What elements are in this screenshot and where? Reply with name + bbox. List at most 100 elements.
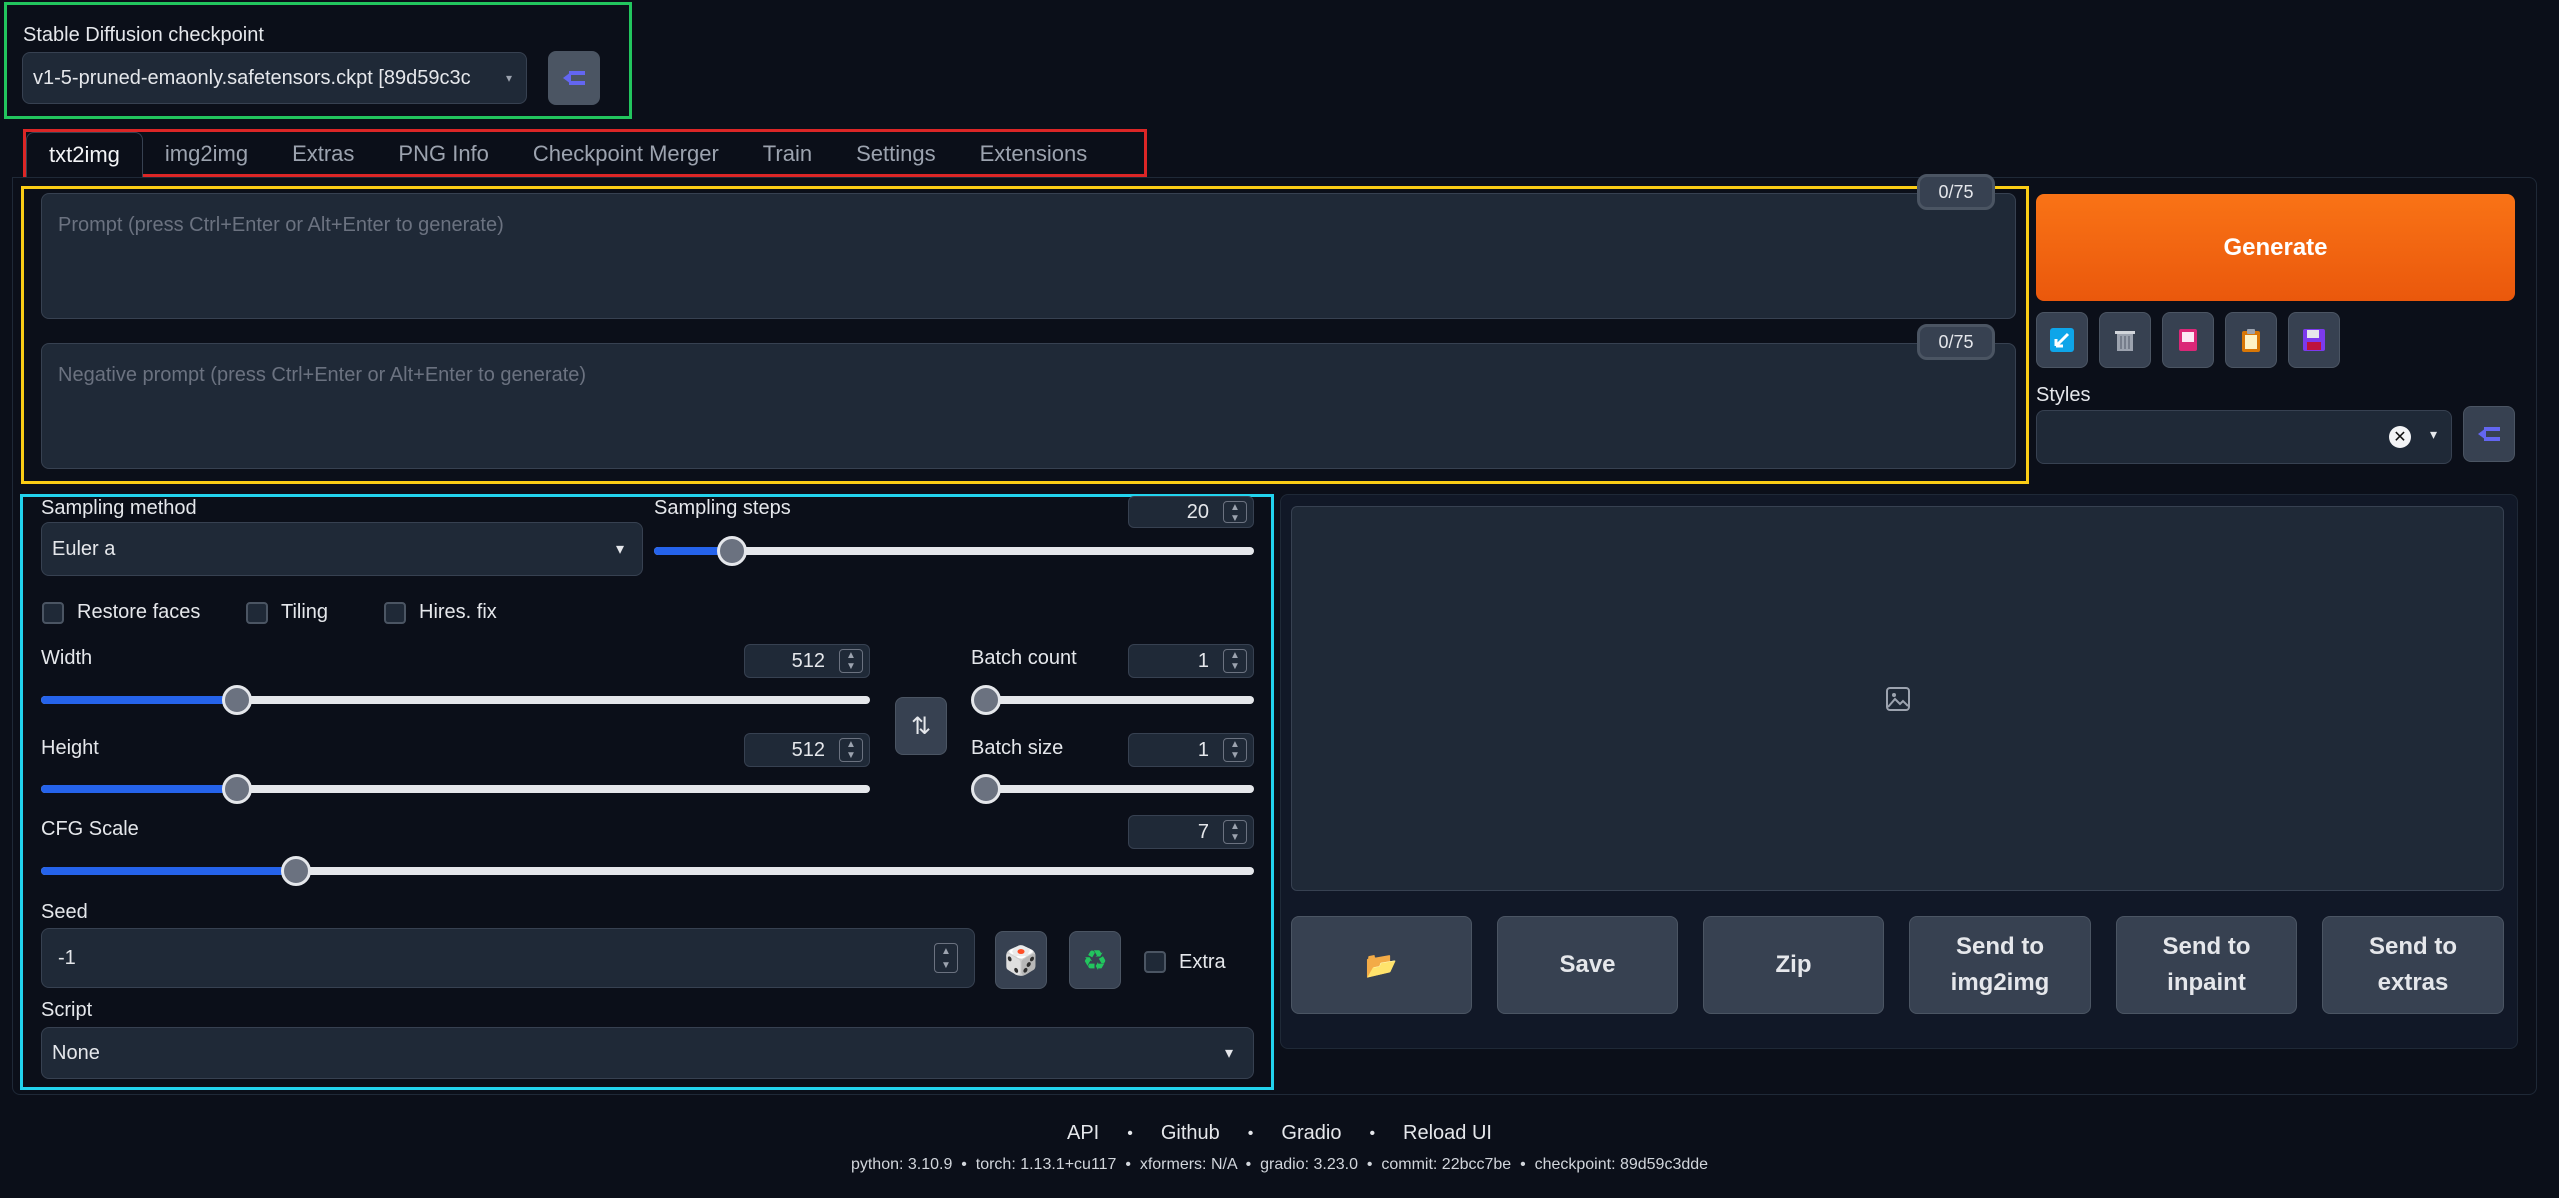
tiling-checkbox[interactable] <box>246 602 268 624</box>
send-to-extras-button[interactable]: Send to extras <box>2322 916 2504 1014</box>
generate-button[interactable]: Generate <box>2036 194 2515 301</box>
refresh-icon <box>563 71 585 85</box>
height-label: Height <box>41 737 99 759</box>
zip-button[interactable]: Zip <box>1703 916 1884 1014</box>
batch-size-label: Batch size <box>971 737 1064 759</box>
cfg-scale-value: 7 <box>1197 820 1209 843</box>
stepper-icon[interactable]: ▲ ▼ <box>1223 820 1247 844</box>
apply-style-icon <box>2478 427 2500 441</box>
image-preview <box>1291 506 2504 891</box>
extra-networks-button[interactable] <box>2162 312 2214 368</box>
chevron-down-icon: ▾ <box>1224 1045 1233 1062</box>
stepper-icon[interactable]: ▲ ▼ <box>839 738 863 762</box>
footer-links: API • Github • Gradio • Reload UI <box>0 1122 2559 1145</box>
styles-dropdown[interactable]: ✕ ▾ <box>2036 410 2452 464</box>
width-input[interactable]: 512 ▲ ▼ <box>744 644 870 678</box>
slider-thumb[interactable] <box>971 774 1001 804</box>
footer-link-reload-ui[interactable]: Reload UI <box>1403 1122 1492 1145</box>
negative-prompt-textarea[interactable]: Negative prompt (press Ctrl+Enter or Alt… <box>41 343 2016 469</box>
clear-icon[interactable]: ✕ <box>2389 426 2411 448</box>
script-value: None <box>52 1041 100 1064</box>
tab-checkpoint-merger[interactable]: Checkpoint Merger <box>511 132 741 176</box>
card-icon <box>2179 329 2197 351</box>
slider-thumb[interactable] <box>971 685 1001 715</box>
stepper-icon[interactable]: ▲ ▼ <box>839 649 863 673</box>
negative-prompt-placeholder: Negative prompt (press Ctrl+Enter or Alt… <box>58 364 587 386</box>
height-input[interactable]: 512 ▲ ▼ <box>744 733 870 767</box>
cfg-scale-label: CFG Scale <box>41 818 139 840</box>
apply-styles-button[interactable] <box>2463 406 2515 462</box>
slider-thumb[interactable] <box>221 685 252 715</box>
clipboard-icon <box>2242 329 2260 352</box>
random-seed-button[interactable]: 🎲 <box>995 931 1047 989</box>
paste-button[interactable] <box>2225 312 2277 368</box>
swap-icon: ⇅ <box>910 712 932 740</box>
checkpoint-dropdown[interactable]: v1-5-pruned-emaonly.safetensors.ckpt [89… <box>22 52 527 104</box>
stepper-icon[interactable]: ▲ ▼ <box>1223 501 1247 524</box>
seed-input[interactable]: -1 ▲ ▼ <box>41 928 975 988</box>
sampling-method-value: Euler a <box>52 537 116 560</box>
seed-value: -1 <box>58 946 76 969</box>
hires-fix-checkbox[interactable] <box>384 602 406 624</box>
footer-link-api[interactable]: API <box>1067 1122 1099 1145</box>
stepper-icon[interactable]: ▲ ▼ <box>1223 738 1247 762</box>
width-value: 512 <box>791 649 825 672</box>
slider-thumb[interactable] <box>221 774 252 804</box>
cfg-scale-input[interactable]: 7 ▲ ▼ <box>1128 815 1254 849</box>
tab-img2img[interactable]: img2img <box>143 132 270 176</box>
batch-count-slider[interactable] <box>971 685 1254 715</box>
stepper-icon[interactable]: ▲ ▼ <box>1223 649 1247 673</box>
batch-size-slider[interactable] <box>971 774 1254 804</box>
width-slider[interactable] <box>41 685 870 715</box>
restore-faces-label: Restore faces <box>77 601 201 623</box>
tab-txt2img[interactable]: txt2img <box>26 132 143 177</box>
send-to-inpaint-button[interactable]: Send to inpaint <box>2116 916 2297 1014</box>
extra-seed-checkbox[interactable] <box>1144 951 1166 973</box>
tab-extensions[interactable]: Extensions <box>958 132 1110 176</box>
refresh-checkpoint-button[interactable] <box>548 51 600 105</box>
batch-count-input[interactable]: 1 ▲ ▼ <box>1128 644 1254 678</box>
send-to-img2img-button[interactable]: Send to img2img <box>1909 916 2091 1014</box>
slider-thumb[interactable] <box>717 536 747 566</box>
reuse-seed-button[interactable]: ♻ <box>1069 931 1121 989</box>
batch-size-value: 1 <box>1197 738 1209 761</box>
prompt-placeholder: Prompt (press Ctrl+Enter or Alt+Enter to… <box>58 214 504 236</box>
footer-link-github[interactable]: Github <box>1161 1122 1220 1145</box>
interrupt-tool-button[interactable] <box>2036 312 2088 368</box>
script-dropdown[interactable]: None ▾ <box>41 1027 1254 1079</box>
recycle-icon: ♻ <box>1082 944 1108 976</box>
chevron-down-icon: ▾ <box>505 71 512 85</box>
sampling-steps-slider[interactable] <box>654 536 1254 566</box>
height-slider[interactable] <box>41 774 870 804</box>
checkpoint-label: Stable Diffusion checkpoint <box>23 24 264 46</box>
stepper-icon[interactable]: ▲ ▼ <box>934 943 958 973</box>
sampling-steps-value: 20 <box>1186 500 1209 523</box>
prompt-textarea[interactable]: Prompt (press Ctrl+Enter or Alt+Enter to… <box>41 193 2016 319</box>
slider-thumb[interactable] <box>280 856 311 886</box>
tab-extras[interactable]: Extras <box>270 132 376 176</box>
arrow-icon <box>2050 328 2074 352</box>
tab-train[interactable]: Train <box>741 132 834 176</box>
swap-dimensions-button[interactable]: ⇅ <box>895 697 947 755</box>
batch-count-value: 1 <box>1197 649 1209 672</box>
checkpoint-value: v1-5-pruned-emaonly.safetensors.ckpt [89… <box>33 66 471 89</box>
cfg-scale-slider[interactable] <box>41 856 1254 886</box>
footer-link-gradio[interactable]: Gradio <box>1281 1122 1341 1145</box>
open-folder-button[interactable]: 📂 <box>1291 916 1472 1014</box>
trash-button[interactable] <box>2099 312 2151 368</box>
sampling-method-dropdown[interactable]: Euler a ▾ <box>41 522 643 576</box>
tab-png-info[interactable]: PNG Info <box>376 132 510 176</box>
save-style-button[interactable] <box>2288 312 2340 368</box>
trash-icon <box>2115 331 2135 351</box>
tab-settings[interactable]: Settings <box>834 132 958 176</box>
image-placeholder-icon <box>1885 686 1910 711</box>
separator-dot: • <box>1127 1124 1133 1142</box>
restore-faces-checkbox[interactable] <box>42 602 64 624</box>
batch-size-input[interactable]: 1 ▲ ▼ <box>1128 733 1254 767</box>
seed-label: Seed <box>41 901 88 923</box>
save-button[interactable]: Save <box>1497 916 1678 1014</box>
chevron-down-icon: ▾ <box>615 541 624 558</box>
sampling-steps-input[interactable]: 20 ▲ ▼ <box>1128 496 1254 528</box>
tab-bar: txt2img img2img Extras PNG Info Checkpoi… <box>26 132 1110 177</box>
hires-fix-label: Hires. fix <box>419 601 497 623</box>
